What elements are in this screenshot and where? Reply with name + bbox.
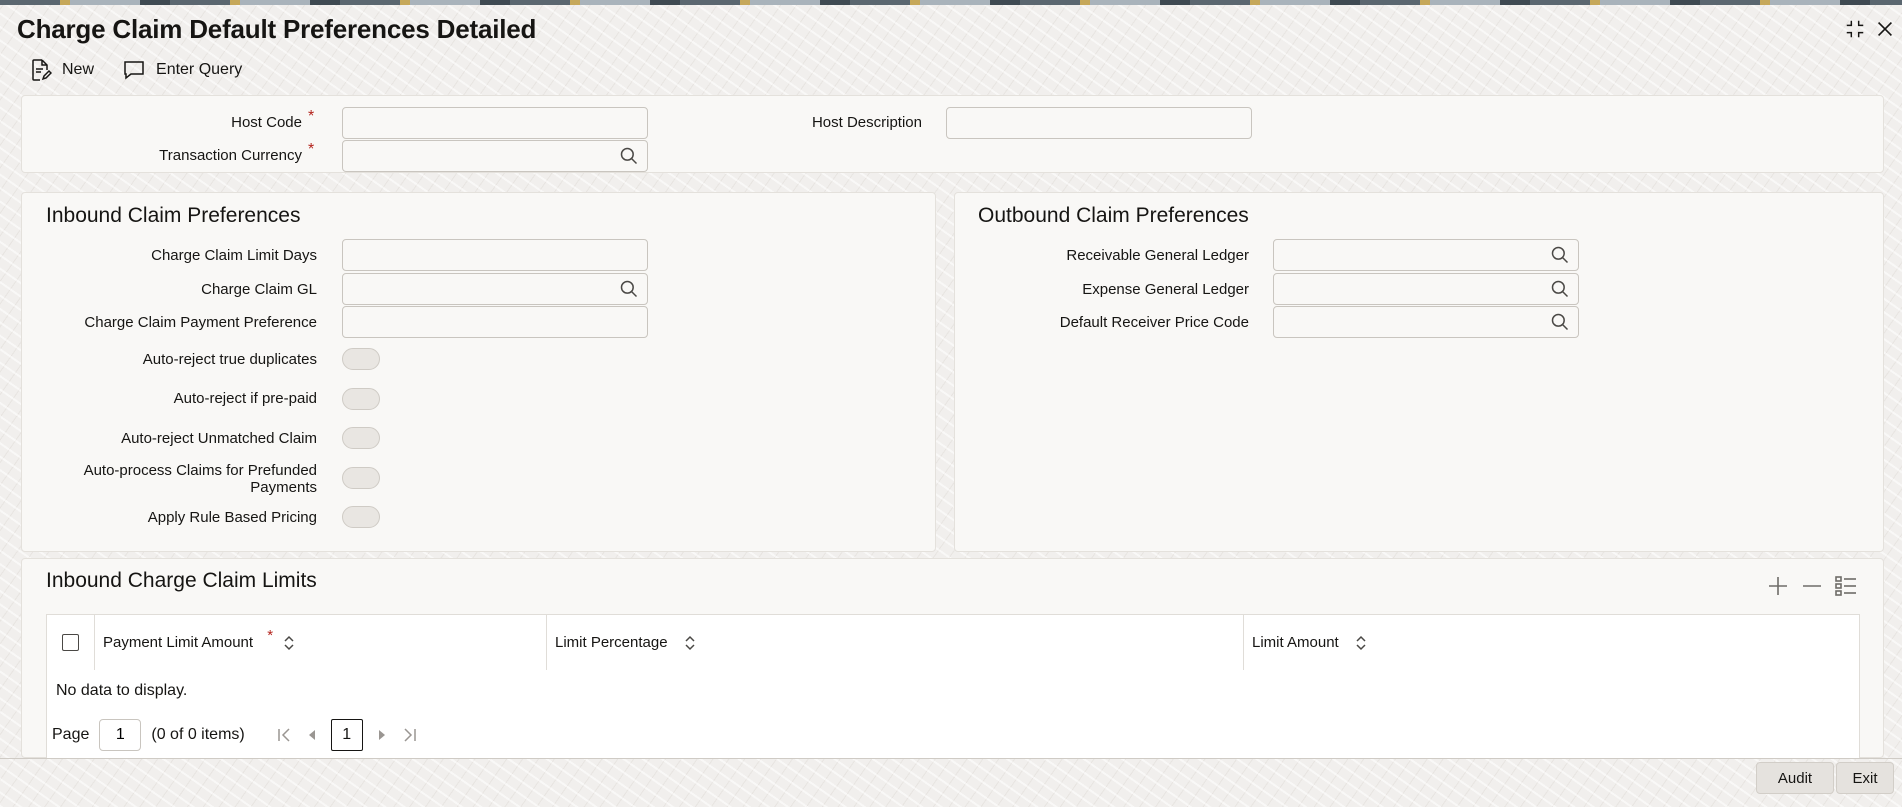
auto-reject-unmatched-toggle[interactable] <box>342 427 380 449</box>
column-header-limit-percentage[interactable]: Limit Percentage <box>546 614 1244 671</box>
comment-icon <box>124 61 144 80</box>
previous-page-icon[interactable] <box>303 726 321 744</box>
search-icon[interactable] <box>619 146 639 166</box>
sort-icon[interactable] <box>684 635 696 651</box>
host-description-field[interactable] <box>946 107 1252 139</box>
receivable-gl-field[interactable] <box>1273 239 1579 271</box>
footer-bar <box>0 758 1902 807</box>
transaction-currency-input[interactable] <box>343 141 647 171</box>
sort-icon[interactable] <box>1355 635 1367 651</box>
exit-button[interactable]: Exit <box>1836 762 1894 794</box>
expense-gl-input[interactable] <box>1274 274 1578 304</box>
auto-process-prefunded-toggle[interactable] <box>342 467 380 489</box>
search-icon[interactable] <box>1550 245 1570 265</box>
search-icon[interactable] <box>1550 279 1570 299</box>
charge-claim-gl-input[interactable] <box>343 274 647 304</box>
new-button[interactable]: New <box>28 58 94 82</box>
auto-reject-prepaid-toggle[interactable] <box>342 388 380 410</box>
page-title: Charge Claim Default Preferences Detaile… <box>17 14 537 44</box>
receivable-gl-label: Receivable General Ledger <box>1066 247 1249 264</box>
column-label: Payment Limit Amount <box>103 633 254 651</box>
receivable-gl-input[interactable] <box>1274 240 1578 270</box>
host-code-label: Host Code <box>231 114 302 131</box>
outbound-section-title: Outbound Claim Preferences <box>978 204 1249 227</box>
required-marker: * <box>308 108 315 125</box>
limit-days-label: Charge Claim Limit Days <box>151 247 317 264</box>
limits-table: Payment Limit Amount * Limit Percentage … <box>46 614 1860 671</box>
page-number-input[interactable] <box>99 719 142 751</box>
receiver-price-code-label: Default Receiver Price Code <box>1059 314 1249 331</box>
host-description-input[interactable] <box>947 108 1251 138</box>
inbound-section-title: Inbound Claim Preferences <box>46 204 301 227</box>
required-marker: * <box>267 626 274 644</box>
table-header-row: Payment Limit Amount * Limit Percentage … <box>46 614 1860 671</box>
auto-reject-duplicates-toggle[interactable] <box>342 348 380 370</box>
new-document-icon <box>32 59 52 81</box>
toolbar: New Enter Query <box>28 56 242 84</box>
column-header-payment-limit-amount[interactable]: Payment Limit Amount * <box>94 614 547 671</box>
payment-preference-field[interactable] <box>342 306 648 338</box>
payment-preference-input[interactable] <box>343 307 647 337</box>
payment-preference-label: Charge Claim Payment Preference <box>84 314 317 331</box>
add-row-icon[interactable] <box>1766 574 1790 598</box>
charge-claim-gl-label: Charge Claim GL <box>201 281 317 298</box>
enter-query-button-label: Enter Query <box>156 61 243 78</box>
charge-claim-gl-field[interactable] <box>342 273 648 305</box>
grid-actions <box>1766 574 1858 598</box>
limits-section-title: Inbound Charge Claim Limits <box>46 569 317 592</box>
delete-row-icon[interactable] <box>1800 574 1824 598</box>
close-icon[interactable] <box>1872 16 1898 42</box>
limit-days-field[interactable] <box>342 239 648 271</box>
apply-rule-pricing-label: Apply Rule Based Pricing <box>147 509 317 526</box>
empty-table-message: No data to display. <box>56 682 188 699</box>
select-all-cell <box>46 614 95 671</box>
host-description-label: Host Description <box>811 114 922 131</box>
required-marker: * <box>308 141 315 158</box>
column-label: Limit Percentage <box>555 633 668 651</box>
column-header-limit-amount[interactable]: Limit Amount <box>1243 614 1860 671</box>
auto-reject-prepaid-label: Auto-reject if pre-paid <box>173 390 317 407</box>
header-banner <box>0 0 1902 5</box>
single-record-view-icon[interactable] <box>1834 574 1858 598</box>
transaction-currency-label: Transaction Currency <box>159 147 302 164</box>
auto-process-label-line1: Auto-process Claims for Prefunded <box>83 462 317 479</box>
page-label: Page <box>52 726 90 743</box>
expense-gl-field[interactable] <box>1273 273 1579 305</box>
auto-process-label-line2: Payments <box>250 479 317 496</box>
sort-icon[interactable] <box>283 635 295 651</box>
new-button-label: New <box>62 61 95 78</box>
audit-button[interactable]: Audit <box>1756 762 1834 794</box>
limit-days-input[interactable] <box>343 240 647 270</box>
host-code-field[interactable] <box>342 107 648 139</box>
first-page-icon[interactable] <box>275 726 293 744</box>
current-page-button[interactable]: 1 <box>330 719 363 751</box>
column-label: Limit Amount <box>1252 633 1339 651</box>
receiver-price-code-field[interactable] <box>1273 306 1579 338</box>
search-icon[interactable] <box>619 279 639 299</box>
enter-query-button[interactable]: Enter Query <box>122 58 242 82</box>
search-icon[interactable] <box>1550 312 1570 332</box>
items-count: (0 of 0 items) <box>151 726 245 743</box>
pagination: Page (0 of 0 items) 1 <box>52 719 419 751</box>
receiver-price-code-input[interactable] <box>1274 307 1578 337</box>
expense-gl-label: Expense General Ledger <box>1082 281 1249 298</box>
next-page-icon[interactable] <box>373 726 391 744</box>
auto-reject-unmatched-label: Auto-reject Unmatched Claim <box>121 430 317 447</box>
apply-rule-pricing-toggle[interactable] <box>342 506 380 528</box>
auto-reject-duplicates-label: Auto-reject true duplicates <box>142 351 317 368</box>
select-all-checkbox[interactable] <box>62 634 79 652</box>
maximize-icon[interactable] <box>1842 16 1868 42</box>
host-code-input[interactable] <box>343 108 647 138</box>
transaction-currency-field[interactable] <box>342 140 648 172</box>
last-page-icon[interactable] <box>401 726 419 744</box>
